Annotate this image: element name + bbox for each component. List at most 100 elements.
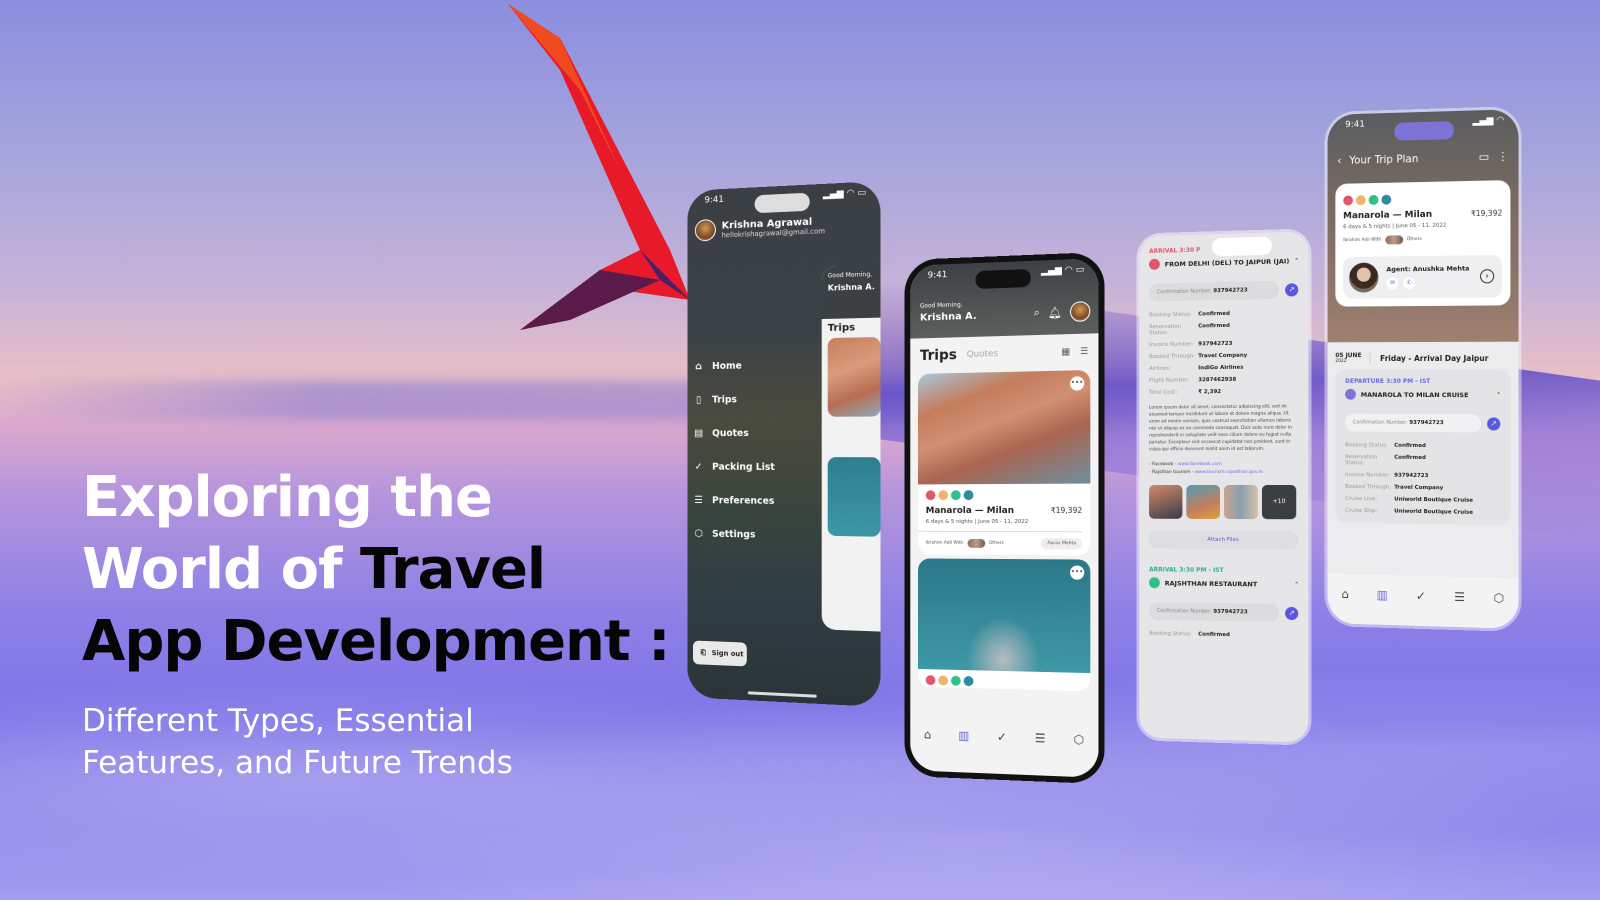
back-icon[interactable]: ‹ xyxy=(1337,155,1341,167)
menu-item-packing-list[interactable]: ✓ Packing List xyxy=(693,450,775,484)
mail-icon[interactable]: ✉ xyxy=(1386,277,1399,290)
cruise-section-header[interactable]: DEPARTURE 3:30 PM - IST MANAROLA TO MILA… xyxy=(1335,376,1510,406)
photo-thumbnail[interactable] xyxy=(1223,484,1258,520)
settings-icon: ⬡ xyxy=(694,528,703,540)
menu-item-quotes[interactable]: ▤ Quotes xyxy=(693,416,775,450)
trip-card[interactable]: ••• Manarola — Milan ₹19,392 6 days & 5 n… xyxy=(917,370,1091,556)
chat-icon[interactable]: ▭ xyxy=(1479,150,1489,163)
chevron-up-icon[interactable]: ˄ xyxy=(1295,580,1298,588)
agent-pill[interactable]: Aarav Mehta xyxy=(1041,538,1083,550)
sign-out-button[interactable]: ⎗ Sign out xyxy=(692,640,747,667)
settings-icon[interactable]: ⬡ xyxy=(1494,591,1505,605)
header-actions: ⌕ 🔔︎ xyxy=(1034,301,1091,323)
calendar-icon[interactable]: ▦ xyxy=(1061,347,1070,357)
mini-tab-trips: Trips xyxy=(827,322,856,335)
dynamic-island xyxy=(1212,236,1273,257)
sign-out-label: Sign out xyxy=(711,649,744,659)
trip-travellers: Ibrahim Adil With Others xyxy=(1335,234,1510,252)
menu-item-home[interactable]: ⌂ Home xyxy=(693,348,775,383)
agent-photo xyxy=(1349,262,1379,293)
notes-text: Lorem ipsum dolor sit amet, consectetur … xyxy=(1149,404,1292,453)
trip-card[interactable]: ••• xyxy=(917,558,1091,692)
menu-label: Trips xyxy=(712,393,737,406)
menu-label: Home xyxy=(712,360,742,372)
greeting: Good Morning, Krishna A. xyxy=(920,301,977,323)
confirmation-row: Confirmation Number: 937942723 ↗ xyxy=(1345,413,1501,433)
detail-key: Booked Through: xyxy=(1149,353,1196,361)
trip-price: ₹19,392 xyxy=(1050,505,1083,515)
open-link-button[interactable]: ↗ xyxy=(1487,416,1501,431)
facebook-link[interactable]: www.facebook.com xyxy=(1178,462,1222,467)
flight-icon xyxy=(925,675,936,686)
chevron-up-icon[interactable]: ˄ xyxy=(1295,256,1298,264)
status-time: 9:41 xyxy=(927,270,948,281)
phone-booking-details: ARRIVAL 3:30 P FROM DELHI (DEL) TO JAIPU… xyxy=(1139,231,1309,743)
with-label: Ibrahim Adil With xyxy=(1343,237,1382,244)
detail-value: Confirmed xyxy=(1198,322,1230,330)
chevron-right-icon[interactable]: › xyxy=(1480,269,1495,284)
restaurant-name: RAJSHTHAN RESTAURANT xyxy=(1164,578,1258,588)
cruise-route: MANAROLA TO MILAN CRUISE xyxy=(1360,390,1469,399)
confirmation-label: Confirmation Number: xyxy=(1156,608,1212,615)
sliders-icon[interactable]: ☰ xyxy=(1454,590,1465,604)
more-photos-button[interactable]: +10 xyxy=(1261,484,1297,520)
cruise-booking: DEPARTURE 3:30 PM - IST MANAROLA TO MILA… xyxy=(1335,369,1511,526)
map-icon[interactable]: ▥ xyxy=(1377,588,1388,602)
detail-key: Reservation Status: xyxy=(1345,454,1378,467)
phone-icon[interactable]: ✆ xyxy=(1403,277,1416,290)
photo-thumbnail[interactable] xyxy=(1186,485,1221,519)
check-circle-icon[interactable]: ✓ xyxy=(997,730,1007,744)
side-menu: ⌂ Home ▯ Trips ▤ Quotes ✓ Packing List ☰ Pref… xyxy=(693,348,775,552)
search-icon[interactable]: ⌕ xyxy=(1034,306,1040,320)
headline-line3: App Development : xyxy=(82,609,671,674)
tab-quotes[interactable]: Quotes xyxy=(967,349,999,360)
sliders-icon[interactable]: ☰ xyxy=(1035,731,1046,745)
open-link-button[interactable]: ↗ xyxy=(1285,282,1299,297)
detail-value: Uniworld Boutique Cruise xyxy=(1394,496,1474,504)
subtitle-line2: Features, and Future Trends xyxy=(82,745,513,781)
avatar[interactable] xyxy=(1070,301,1091,322)
attach-files-button[interactable]: Attach Files xyxy=(1149,530,1299,550)
chevron-up-icon[interactable]: ˄ xyxy=(1497,391,1500,399)
manarola-photo xyxy=(827,336,881,417)
check-circle-icon: ✓ xyxy=(694,461,703,473)
signal-wifi-battery-icon: ▂▄▆ ◠ xyxy=(1472,115,1505,127)
check-circle-icon[interactable]: ✓ xyxy=(1416,589,1426,603)
filter-icon[interactable]: ☰ xyxy=(1080,347,1088,357)
more-options-button[interactable]: ••• xyxy=(1070,376,1085,391)
trips-tabs: Trips Quotes ▦ ☰ xyxy=(910,333,1098,370)
confirmation-field: Confirmation Number: 937942723 xyxy=(1345,413,1482,433)
more-options-button[interactable]: ••• xyxy=(1070,565,1085,580)
map-icon[interactable]: ▥ xyxy=(958,729,969,743)
day-title: Friday - Arrival Day Jaipur xyxy=(1380,353,1489,363)
detail-value: ₹ 2,392 xyxy=(1198,389,1222,396)
ship-icon xyxy=(1345,388,1356,400)
agent-card[interactable]: Agent: Anushka Mehta ✉ ✆ › xyxy=(1343,254,1503,299)
mini-greeting: Good Morning, xyxy=(827,270,873,280)
tab-trips[interactable]: Trips xyxy=(920,347,957,364)
home-indicator xyxy=(747,691,817,698)
detail-row: Reservation Status: Confirmed xyxy=(1335,451,1510,471)
more-vertical-icon[interactable]: ⋮ xyxy=(1497,150,1508,163)
bell-icon[interactable]: 🔔︎ xyxy=(1048,306,1062,320)
home-icon[interactable]: ⌂ xyxy=(924,727,931,741)
menu-item-settings[interactable]: ⬡ Settings xyxy=(693,517,775,552)
detail-key: Cruise Line: xyxy=(1345,495,1377,503)
dynamic-island xyxy=(1394,121,1454,141)
confirmation-row: Confirmation Number: 937942723 ↗ xyxy=(1149,280,1299,302)
home-icon[interactable]: ⌂ xyxy=(1341,587,1348,601)
restaurant-section-header[interactable]: ARRIVAL 3:30 PM - IST RAJSHTHAN RESTAURA… xyxy=(1139,554,1308,596)
user-profile[interactable]: Krishna Agrawal hellokrishagrawal@gmail.… xyxy=(694,214,825,242)
arrival-label: ARRIVAL 3:30 PM - IST xyxy=(1149,566,1224,575)
detail-value: Confirmed xyxy=(1394,454,1426,462)
menu-item-preferences[interactable]: ☰ Preferences xyxy=(693,483,775,518)
menu-item-trips[interactable]: ▯ Trips xyxy=(693,382,775,416)
trips-preview-panel[interactable]: Good Morning, Krishna A. Trips xyxy=(821,264,881,632)
restaurant-icon xyxy=(950,490,961,501)
tourism-link[interactable]: www.tourism.rajasthan.gov.in xyxy=(1195,470,1263,475)
manarola-photo: ••• xyxy=(917,370,1091,485)
detail-value: Travel Company xyxy=(1394,484,1444,492)
photo-thumbnail[interactable] xyxy=(1149,485,1183,519)
settings-icon[interactable]: ⬡ xyxy=(1074,732,1085,747)
open-link-button[interactable]: ↗ xyxy=(1285,606,1299,620)
